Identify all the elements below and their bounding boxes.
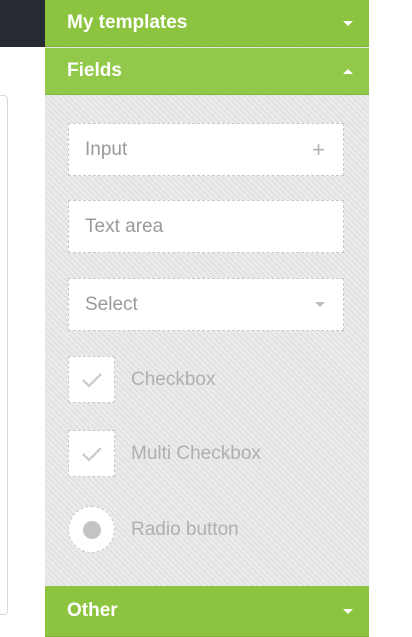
form-canvas-card (0, 95, 8, 615)
checkmark-icon (81, 372, 102, 388)
field-item-radio-button[interactable]: Radio button (68, 506, 239, 553)
chevron-down-icon (343, 20, 353, 26)
field-item-textarea[interactable]: Text area (68, 200, 344, 253)
chevron-down-icon (343, 608, 353, 614)
field-item-input[interactable]: Input + (68, 123, 344, 176)
field-label-radio: Radio button (131, 518, 239, 540)
field-label-input: Input (85, 138, 128, 160)
field-label-select: Select (85, 293, 138, 315)
group-header-fields[interactable]: Fields (45, 48, 369, 95)
checkmark-icon (81, 446, 102, 462)
multi-checkbox-icon (68, 430, 115, 477)
group-header-other[interactable]: Other (45, 586, 369, 637)
field-item-select[interactable]: Select (68, 278, 344, 331)
group-title-other: Other (67, 600, 118, 621)
field-item-multi-checkbox[interactable]: Multi Checkbox (68, 430, 261, 477)
radio-icon (68, 506, 115, 553)
group-title-my-templates: My templates (67, 12, 188, 33)
chevron-up-icon (343, 68, 353, 74)
field-label-textarea: Text area (85, 215, 164, 237)
app-root: My templates Fields Input + Text area Se… (0, 0, 412, 637)
field-item-checkbox[interactable]: Checkbox (68, 356, 216, 403)
radio-dot (82, 520, 101, 539)
plus-icon[interactable]: + (312, 137, 325, 163)
chevron-down-icon (315, 302, 325, 307)
field-label-multi-checkbox: Multi Checkbox (131, 442, 261, 464)
checkbox-icon (68, 356, 115, 403)
field-label-checkbox: Checkbox (131, 368, 216, 390)
group-title-fields: Fields (67, 60, 122, 81)
top-navbar (0, 0, 45, 47)
group-header-my-templates[interactable]: My templates (45, 0, 369, 47)
